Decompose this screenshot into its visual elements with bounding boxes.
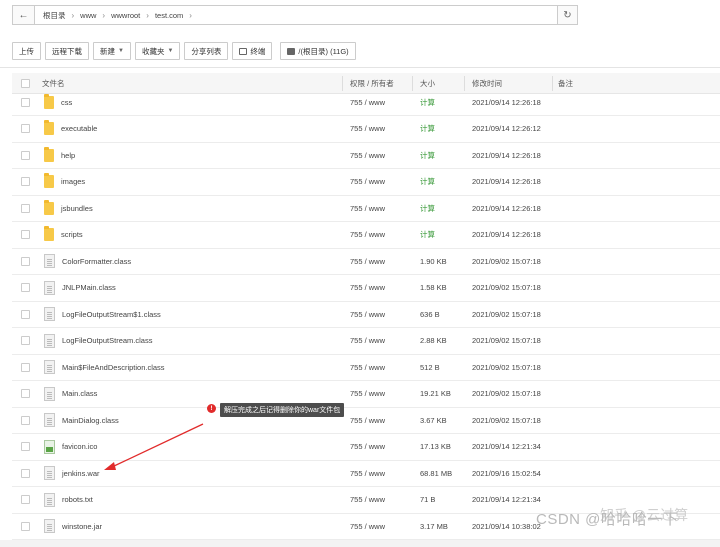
watermark-csdn: CSDN @哈哈哈一下 — [536, 511, 679, 528]
alert-icon: ! — [207, 404, 216, 413]
bottom-bar — [0, 540, 720, 547]
annotation-tooltip: 解压完成之后记得删除你的war文件包 — [220, 403, 345, 417]
annotation-arrow — [104, 423, 204, 470]
